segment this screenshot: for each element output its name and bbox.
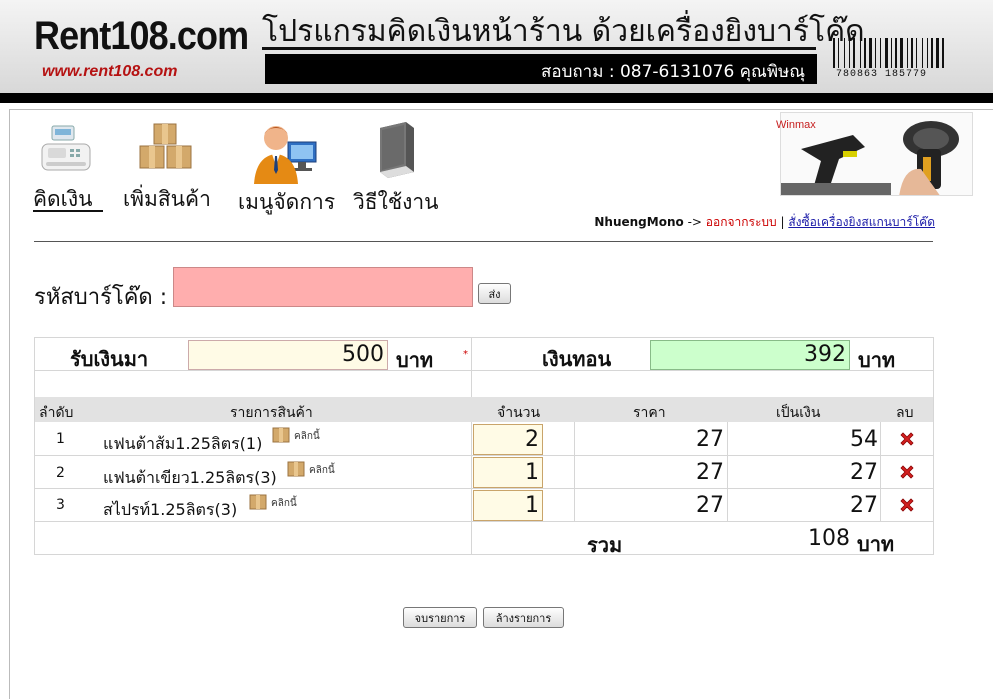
cash-register-icon[interactable] <box>38 122 94 178</box>
panel-row-line <box>35 370 933 371</box>
delete-icon[interactable] <box>898 430 916 448</box>
site-header: Rent108.com www.rent108.com โปรแกรมคิดเง… <box>0 0 993 93</box>
col-line <box>727 422 728 521</box>
received-amount-input[interactable]: 500 <box>188 340 388 370</box>
col-header-index: ลำดับ <box>39 405 74 421</box>
banner-underline <box>262 47 816 50</box>
change-label: เงินทอน <box>542 347 612 371</box>
contact-bar: สอบถาม : 087-6131076 คุณพิษณุ <box>265 54 817 84</box>
required-mark: * <box>463 349 468 360</box>
product-box-icon[interactable] <box>272 427 290 443</box>
menu-item-admin[interactable]: เมนูจัดการ <box>238 186 335 219</box>
row-amount: 54 <box>850 427 878 452</box>
book-icon[interactable] <box>372 120 420 178</box>
clear-items-button[interactable]: ล้างรายการ <box>483 607 564 628</box>
ad-brand: Winmax <box>776 119 816 131</box>
barcode-label: รหัสบาร์โค๊ด : <box>34 285 168 310</box>
col-header-amount: เป็นเงิน <box>776 405 821 421</box>
section-divider <box>34 241 933 242</box>
header-divider-bar <box>0 93 993 103</box>
qty-input[interactable]: 2 <box>473 424 543 455</box>
delete-icon[interactable] <box>898 463 916 481</box>
site-url[interactable]: www.rent108.com <box>42 63 177 81</box>
menu-item-add-product[interactable]: เพิ่มสินค้า <box>123 183 211 216</box>
row-amount: 27 <box>850 460 878 485</box>
barcode-number: 780863 185779 <box>836 69 928 80</box>
row-price: 27 <box>696 493 724 518</box>
col-line <box>471 422 472 555</box>
col-line <box>880 422 881 521</box>
col-line <box>574 422 575 521</box>
boxes-icon[interactable] <box>138 122 194 170</box>
qty-input[interactable]: 1 <box>473 490 543 521</box>
delete-icon[interactable] <box>898 496 916 514</box>
finish-transaction-button[interactable]: จบรายการ <box>403 607 477 628</box>
product-edit-link[interactable]: คลิกนี้ <box>309 463 335 478</box>
admin-computer-icon[interactable] <box>250 120 320 186</box>
received-unit: บาท <box>396 348 434 372</box>
row-index: 2 <box>56 465 65 481</box>
product-edit-link[interactable]: คลิกนี้ <box>271 496 297 511</box>
col-header-price: ราคา <box>633 405 666 421</box>
change-unit: บาท <box>858 348 896 372</box>
change-amount-field: 392 <box>650 340 850 370</box>
total-label: รวม <box>587 533 623 557</box>
row-price: 27 <box>696 427 724 452</box>
row-price: 27 <box>696 460 724 485</box>
row-amount: 27 <box>850 493 878 518</box>
row-index: 3 <box>56 497 65 513</box>
user-arrow: -> <box>687 215 702 229</box>
product-name: แฟนต้าส้ม1.25ลิตร(1) <box>103 434 263 453</box>
product-box-icon[interactable] <box>249 494 267 510</box>
menu-item-help[interactable]: วิธีใช้งาน <box>353 186 439 219</box>
col-header-qty: จำนวน <box>497 405 541 421</box>
site-logo[interactable]: Rent108.com <box>34 14 249 59</box>
barcode-submit-button[interactable]: ส่ง <box>478 283 511 304</box>
product-box-icon[interactable] <box>287 461 305 477</box>
product-name: สไปรท์1.25ลิตร(3) <box>103 500 238 519</box>
received-label: รับเงินมา <box>70 347 149 371</box>
order-scanner-link[interactable]: สั่งซื้อเครื่องยิงสแกนบาร์โค๊ด <box>788 215 935 229</box>
row-index: 1 <box>56 431 65 447</box>
total-unit: บาท <box>857 532 895 556</box>
barcode-input[interactable] <box>173 267 473 307</box>
product-edit-link[interactable]: คลิกนี้ <box>294 429 320 444</box>
logout-link[interactable]: ออกจากระบบ <box>706 215 777 229</box>
panel-divider <box>471 338 472 397</box>
qty-input[interactable]: 1 <box>473 457 543 488</box>
active-menu-indicator <box>33 210 103 212</box>
username: NhuengMono <box>594 215 684 229</box>
col-header-delete: ลบ <box>896 405 914 421</box>
user-nav: NhuengMono -> ออกจากระบบ | สั่งซื้อเครื่… <box>594 213 935 232</box>
product-name: แฟนต้าเขียว1.25ลิตร(3) <box>103 468 277 487</box>
contact-text: สอบถาม : 087-6131076 คุณพิษณุ <box>541 62 805 82</box>
total-value: 108 <box>808 526 850 551</box>
nav-separator: | <box>780 215 785 229</box>
col-header-item: รายการสินค้า <box>230 405 313 421</box>
